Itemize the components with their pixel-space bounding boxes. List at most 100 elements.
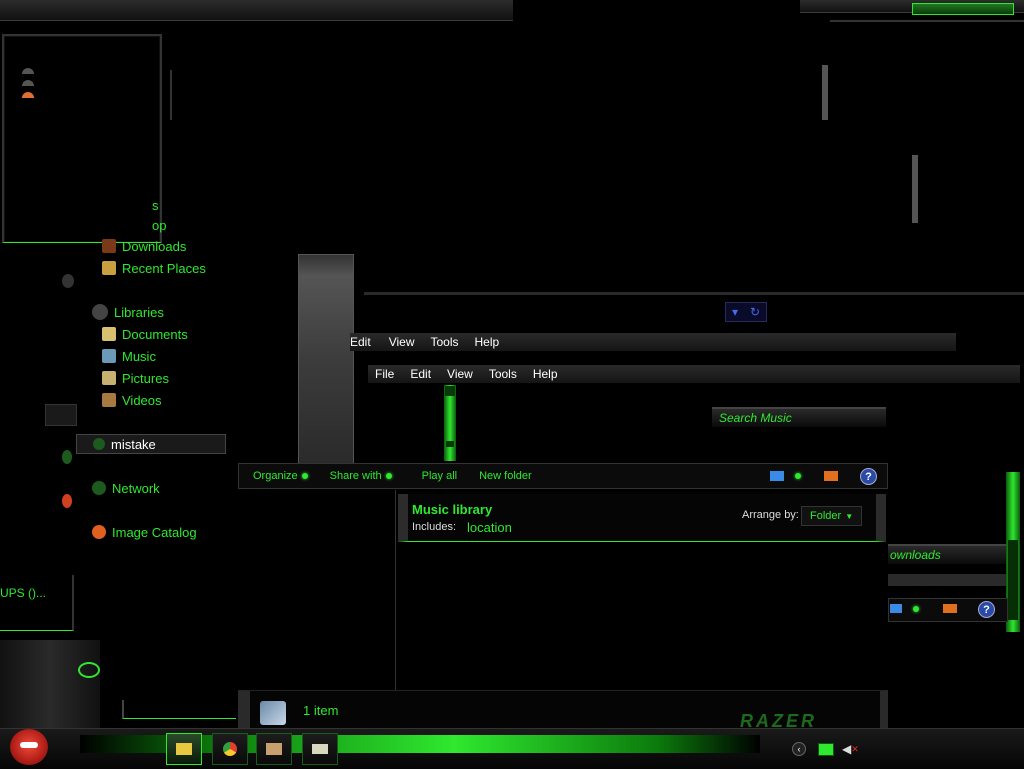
refresh-button[interactable]: ▾ ↻ (725, 302, 767, 322)
dropdown-dot-icon[interactable] (913, 606, 919, 612)
taskbar-chrome-button[interactable] (212, 733, 248, 765)
nav-item-network[interactable]: Network (92, 478, 160, 498)
taskbar (0, 728, 1024, 769)
nav-partial-item[interactable]: s (152, 195, 159, 215)
expand-orb-icon[interactable] (62, 274, 74, 288)
help-icon[interactable]: ? (978, 601, 995, 618)
nav-item-image-catalog[interactable]: Image Catalog (92, 522, 197, 542)
nav-item-label: Image Catalog (112, 524, 197, 540)
scrollbar-arrow-up[interactable] (445, 386, 455, 396)
taskbar-media-button[interactable] (256, 733, 292, 765)
dropdown-dot-icon (301, 473, 308, 479)
documents-icon (102, 327, 116, 341)
right-window-nav-label: ownloads (890, 548, 941, 562)
recent-places-icon (102, 261, 116, 275)
nav-partial-item[interactable]: op (152, 215, 166, 235)
menu-edit[interactable]: Edit (350, 335, 371, 349)
menu-file[interactable]: File (375, 367, 394, 381)
chevron-down-icon: ▼ (845, 511, 854, 521)
nav-item-videos[interactable]: Videos (102, 390, 162, 410)
expand-orb-icon[interactable] (62, 494, 72, 508)
right-window-divider (888, 574, 1006, 586)
arrange-by-label: Arrange by: (742, 509, 799, 521)
music-icon (102, 349, 116, 363)
share-with-button[interactable]: Share with (330, 470, 392, 482)
play-all-label: Play all (421, 470, 458, 482)
dropdown-arrow-icon: ▾ (731, 305, 738, 319)
preview-pane-icon[interactable] (943, 604, 957, 613)
refresh-icon: ↻ (749, 305, 761, 319)
background-window-left (298, 254, 354, 466)
nav-item-label: mistake (111, 436, 156, 452)
organize-label: Organize (253, 470, 298, 482)
item-count: 1 item (303, 703, 339, 718)
show-hidden-icons-button[interactable]: ‹ (792, 742, 806, 756)
scrollbar-thumb[interactable] (446, 441, 454, 447)
preview-pane-icon[interactable] (824, 471, 838, 481)
vertical-scrollbar[interactable] (444, 385, 456, 461)
menu-view[interactable]: View (447, 367, 473, 381)
right-window-nav-item[interactable]: ownloads (888, 544, 1006, 564)
nav-item-downloads[interactable]: Downloads (102, 236, 186, 256)
vertical-divider (912, 155, 918, 223)
library-title: Music library (412, 502, 493, 517)
nav-item-music[interactable]: Music (102, 346, 156, 366)
nav-partial-label: op (152, 217, 167, 233)
taskbar-explorer-button[interactable] (166, 733, 202, 765)
window-caption-buttons[interactable] (912, 3, 1014, 15)
taskbar-app-button[interactable] (302, 733, 338, 765)
help-icon[interactable]: ? (860, 468, 877, 485)
nav-item-homegroup[interactable]: mistake (76, 434, 226, 454)
organize-button[interactable]: Organize (253, 470, 308, 482)
pictures-icon (102, 371, 116, 385)
view-options-icon[interactable] (770, 471, 784, 481)
view-options-icon[interactable] (890, 604, 902, 613)
window-fragment (122, 700, 236, 719)
menu-help[interactable]: Help (533, 367, 558, 381)
expand-orb-icon[interactable] (62, 450, 72, 464)
nav-item-label: Videos (122, 392, 162, 408)
includes-location-link[interactable]: location (467, 520, 512, 535)
music-library-icon (260, 701, 286, 725)
menu-tools[interactable]: Tools (430, 335, 458, 349)
includes-label: Includes: (412, 521, 457, 533)
left-window-fragment (0, 640, 100, 728)
menu-help[interactable]: Help (475, 335, 500, 349)
videos-icon (102, 393, 116, 407)
background-window-top-line (364, 292, 1024, 295)
libraries-icon (92, 304, 108, 320)
tiny-icon (22, 92, 34, 98)
nav-item-recent-places[interactable]: Recent Places (102, 258, 206, 278)
menu-view[interactable]: View (389, 335, 415, 349)
menubar-background-window: Edit View Tools Help (350, 333, 956, 351)
nav-item-label: Music (122, 348, 156, 364)
left-window-fragment (0, 575, 74, 631)
left-preview-window (2, 34, 162, 243)
downloads-folder-icon (102, 239, 116, 253)
nav-item-label: Pictures (122, 370, 169, 386)
volume-muted-icon[interactable]: ◀ ✕ (842, 742, 859, 756)
nav-item-label: Documents (122, 326, 188, 342)
nav-item-libraries[interactable]: Libraries (92, 302, 164, 322)
arrange-by-dropdown[interactable]: Folder ▼ (801, 506, 863, 526)
vertical-divider (170, 70, 172, 120)
new-folder-button[interactable]: New folder (479, 470, 532, 482)
background-window-border (830, 20, 1024, 30)
printer-icon (312, 744, 328, 754)
nav-item-label: Recent Places (122, 260, 206, 276)
menubar: File Edit View Tools Help (368, 365, 1020, 383)
speaker-icon: ◀ (842, 742, 852, 756)
image-catalog-icon (92, 525, 106, 539)
nav-item-documents[interactable]: Documents (102, 324, 188, 344)
eye-icon (78, 662, 100, 678)
nav-item-pictures[interactable]: Pictures (102, 368, 169, 388)
search-placeholder: Search Music (719, 411, 792, 425)
play-all-button[interactable]: Play all (422, 470, 457, 482)
search-input[interactable]: Search Music (712, 407, 886, 427)
folder-icon (176, 743, 192, 755)
dropdown-dot-icon[interactable] (795, 473, 801, 479)
nav-item-label: Downloads (122, 238, 187, 254)
network-tray-icon[interactable] (818, 743, 834, 756)
menu-edit[interactable]: Edit (410, 367, 431, 381)
menu-tools[interactable]: Tools (489, 367, 517, 381)
